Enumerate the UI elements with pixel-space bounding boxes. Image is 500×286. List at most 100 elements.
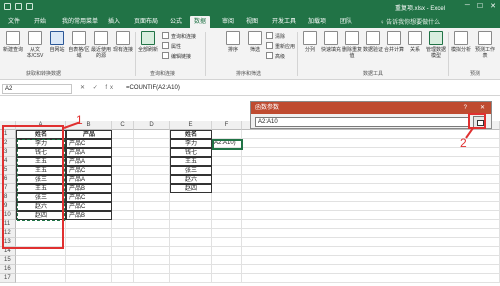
formula-buttons[interactable]: ✕ ✓ fx	[80, 84, 116, 91]
consolidate-button[interactable]: 合并计算	[383, 31, 405, 53]
refresh-all-button[interactable]: 全部刷新	[137, 31, 159, 53]
cell-unique-name[interactable]: 姓名	[170, 130, 212, 139]
filter-button[interactable]: 筛选	[244, 31, 266, 53]
cell[interactable]	[112, 166, 134, 175]
cell[interactable]	[134, 238, 170, 247]
cell[interactable]	[170, 265, 212, 274]
tab-file[interactable]: 文件	[4, 16, 24, 28]
tab-developer[interactable]: 开发工具	[268, 16, 300, 28]
cell[interactable]	[66, 265, 112, 274]
cell[interactable]	[212, 193, 242, 202]
cell[interactable]	[212, 166, 242, 175]
from-table-button[interactable]: 自表格/区域	[68, 31, 90, 59]
cell-product[interactable]: 产品C	[66, 193, 112, 202]
cell[interactable]	[16, 265, 66, 274]
cell[interactable]	[112, 238, 134, 247]
cell[interactable]	[134, 130, 170, 139]
cell[interactable]	[212, 265, 242, 274]
cell[interactable]	[112, 184, 134, 193]
tab-view[interactable]: 视图	[242, 16, 262, 28]
clear-item[interactable]: 清除	[266, 32, 285, 40]
cell-unique-name[interactable]: 张三	[170, 166, 212, 175]
row-header[interactable]: 17	[0, 274, 16, 283]
cell[interactable]	[134, 148, 170, 157]
row-header[interactable]: 16	[0, 265, 16, 274]
cell[interactable]	[170, 220, 212, 229]
cell[interactable]	[212, 220, 242, 229]
cell[interactable]	[112, 175, 134, 184]
column-header-c[interactable]: C	[112, 121, 134, 130]
flash-fill-button[interactable]: 快速填充	[320, 31, 342, 53]
cell[interactable]	[66, 220, 112, 229]
cell[interactable]	[170, 211, 212, 220]
cell[interactable]	[242, 175, 500, 184]
range-input[interactable]: A2:A10	[255, 117, 469, 127]
cell[interactable]	[112, 148, 134, 157]
cell[interactable]	[134, 139, 170, 148]
cell[interactable]	[170, 202, 212, 211]
cell[interactable]	[134, 256, 170, 265]
cell-unique-name[interactable]: 李力	[170, 139, 212, 148]
cell[interactable]	[242, 166, 500, 175]
cell[interactable]	[242, 265, 500, 274]
cell[interactable]	[212, 247, 242, 256]
cell-unique-name[interactable]: 钱七	[170, 148, 212, 157]
tab-page-layout[interactable]: 页面布局	[130, 16, 162, 28]
cell[interactable]	[242, 256, 500, 265]
what-if-analysis-button[interactable]: 模拟分析	[450, 31, 472, 53]
reapply-item[interactable]: 重新应用	[266, 42, 295, 50]
cell[interactable]	[66, 256, 112, 265]
cell[interactable]	[66, 238, 112, 247]
cell-product[interactable]: 产品C	[66, 202, 112, 211]
cell[interactable]	[170, 247, 212, 256]
text-to-columns-button[interactable]: 分列	[299, 31, 321, 53]
cell[interactable]	[242, 157, 500, 166]
tab-review[interactable]: 审阅	[218, 16, 238, 28]
cell[interactable]	[112, 220, 134, 229]
cell[interactable]	[212, 202, 242, 211]
relationships-button[interactable]: 关系	[404, 31, 426, 53]
cell-unique-name[interactable]: 赵六	[170, 175, 212, 184]
cell-product[interactable]: 产品B	[66, 211, 112, 220]
cell[interactable]	[134, 229, 170, 238]
cell[interactable]	[134, 175, 170, 184]
help-icon[interactable]: ?	[464, 102, 467, 114]
cell[interactable]	[134, 184, 170, 193]
cell[interactable]	[16, 256, 66, 265]
cell[interactable]	[170, 229, 212, 238]
cell[interactable]	[242, 274, 500, 283]
cell[interactable]	[242, 247, 500, 256]
cell[interactable]	[242, 238, 500, 247]
minimize-button[interactable]: ─	[465, 2, 470, 10]
tab-home[interactable]: 开始	[30, 16, 50, 28]
cell[interactable]	[134, 157, 170, 166]
tab-addins[interactable]: 加载项	[304, 16, 330, 28]
cell-product[interactable]: 产品C	[66, 139, 112, 148]
cell[interactable]	[66, 229, 112, 238]
cell[interactable]	[112, 211, 134, 220]
cell[interactable]	[242, 184, 500, 193]
cell[interactable]	[212, 130, 242, 139]
cell[interactable]	[242, 229, 500, 238]
cell[interactable]	[242, 202, 500, 211]
cell[interactable]	[112, 256, 134, 265]
cell[interactable]	[134, 220, 170, 229]
cell[interactable]	[66, 247, 112, 256]
cell-product[interactable]: 产品B	[66, 184, 112, 193]
close-button[interactable]: ✕	[490, 2, 496, 10]
cell[interactable]	[66, 274, 112, 283]
manage-data-model-button[interactable]: 管理数据模型	[425, 31, 447, 59]
cell-product[interactable]: 产品A	[66, 175, 112, 184]
cell[interactable]	[112, 265, 134, 274]
tab-data[interactable]: 数据	[190, 16, 211, 28]
remove-duplicates-button[interactable]: 删除重复值	[341, 31, 363, 59]
undo-icon[interactable]	[15, 3, 22, 10]
tab-team[interactable]: 团队	[336, 16, 356, 28]
cell[interactable]	[134, 202, 170, 211]
cell[interactable]	[170, 238, 212, 247]
column-header-d[interactable]: D	[134, 121, 170, 130]
new-query-button[interactable]: 新建查询	[2, 31, 24, 53]
cell[interactable]	[170, 193, 212, 202]
cell[interactable]	[112, 130, 134, 139]
column-header-f[interactable]: F	[212, 121, 242, 130]
